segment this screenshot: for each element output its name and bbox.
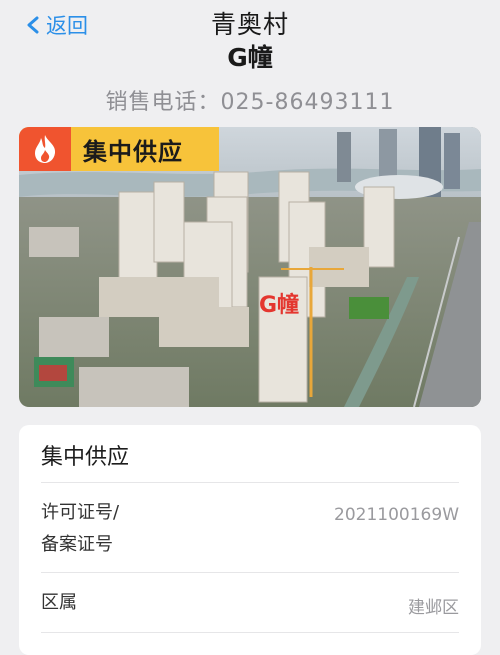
info-card: 集中供应 许可证号/ 备案证号 2021100169W 区属 建邺区 xyxy=(19,425,481,655)
district-value: 建邺区 xyxy=(408,598,459,618)
hero-image[interactable]: 集中供应 G幢 xyxy=(19,127,481,407)
card-title: 集中供应 xyxy=(41,445,130,470)
permit-value: 2021100169W xyxy=(334,505,459,525)
supply-tag-label: 集中供应 xyxy=(83,137,183,166)
fire-icon xyxy=(19,127,71,171)
divider xyxy=(41,632,459,633)
district-label: 区属 xyxy=(41,592,77,613)
page-title-line1: 青奥村 xyxy=(210,10,289,39)
divider xyxy=(41,482,459,483)
permit-label-line2: 备案证号 xyxy=(41,534,113,555)
permit-label: 许可证号/ 备案证号 xyxy=(41,497,119,561)
sales-phone-number[interactable]: 025-86493111 xyxy=(221,90,395,115)
header: 返回 青奥村 G幢 销售电话：025-86493111 xyxy=(0,0,500,120)
supply-tag: 集中供应 xyxy=(19,127,219,171)
divider xyxy=(41,572,459,573)
page-title-line2: G幢 xyxy=(227,43,273,72)
building-label: G幢 xyxy=(259,293,300,318)
page-title: 青奥村 G幢 xyxy=(0,8,500,74)
sales-phone[interactable]: 销售电话：025-86493111 xyxy=(0,84,500,116)
sales-phone-label: 销售电话： xyxy=(105,90,221,115)
permit-label-line1: 许可证号/ xyxy=(41,502,120,523)
